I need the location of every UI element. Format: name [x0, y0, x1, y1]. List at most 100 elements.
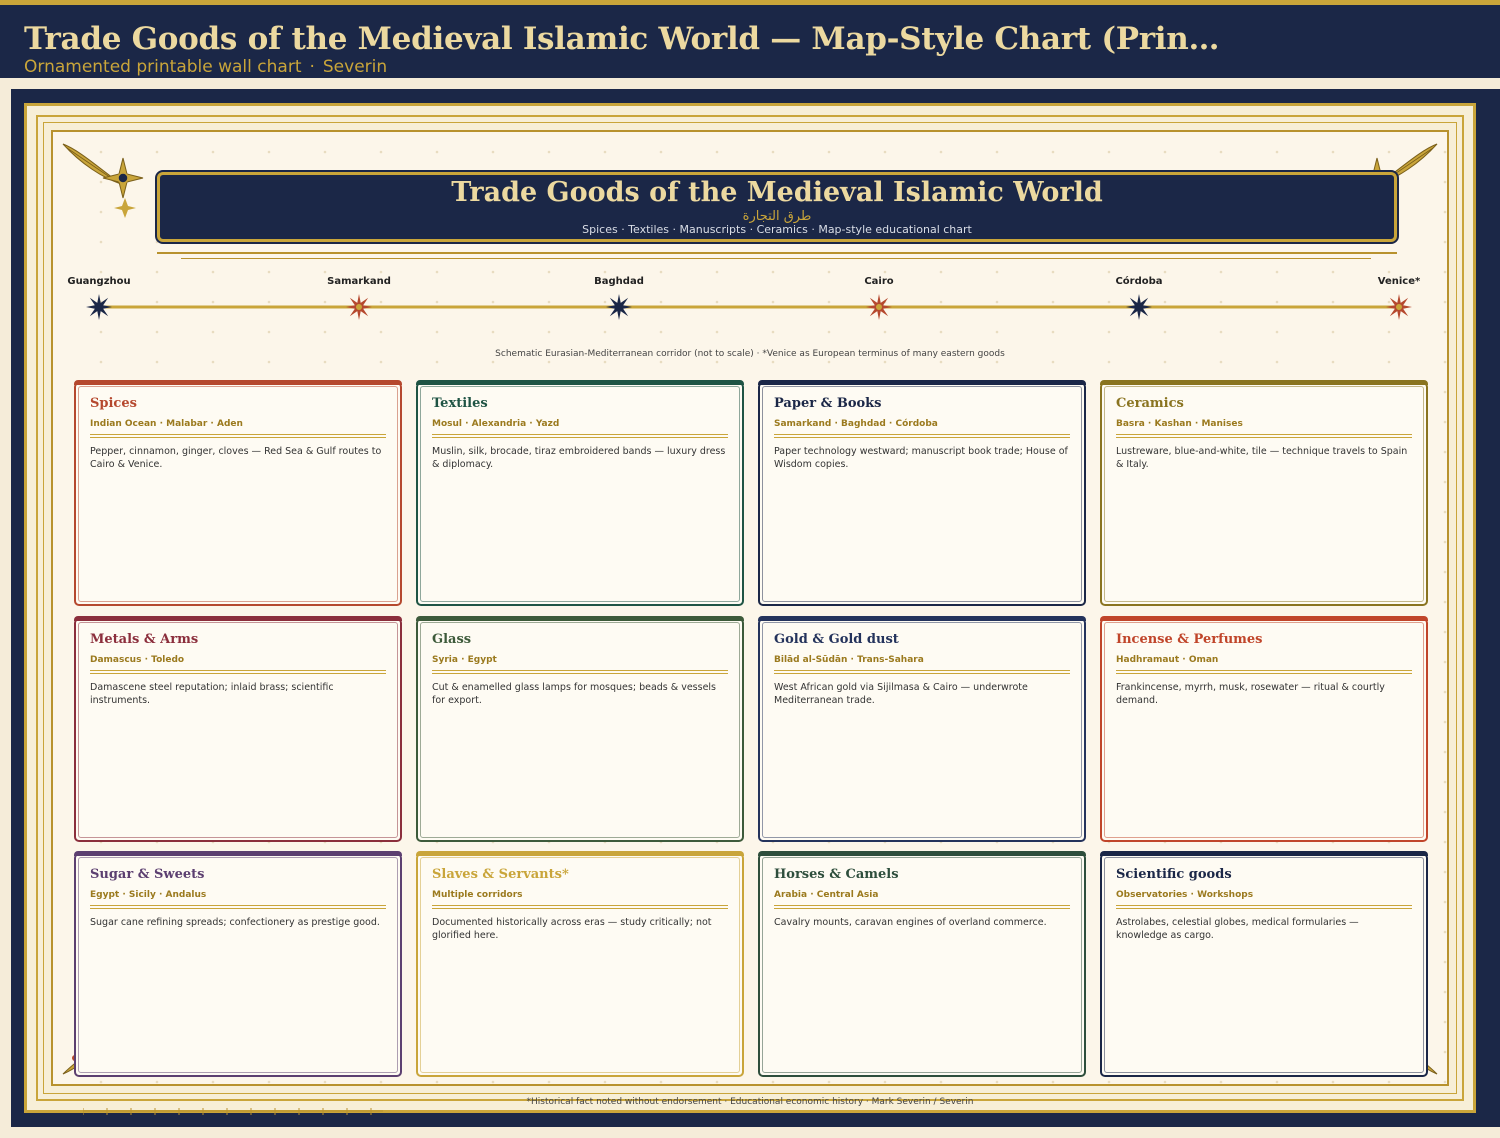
background-dot	[1443, 660, 1447, 664]
background-dot	[1051, 1080, 1055, 1084]
card-description: Sugar cane refining spreads; confectione…	[90, 917, 380, 928]
trade-good-card: Gold & Gold dust Bilād al-Sūdān · Trans-S…	[758, 616, 1086, 842]
footer-note: *Historical fact noted without endorseme…	[526, 1097, 974, 1107]
background-dot	[1443, 750, 1447, 754]
trade-good-card: Sugar & Sweets Egypt · Sicily · Andalus Su…	[74, 851, 402, 1077]
city-label: Samarkand	[327, 276, 391, 287]
city-star-icon	[1386, 294, 1412, 320]
card-description: West African gold via Sijilmasa & Cairo …	[774, 682, 1028, 706]
card-description: Lustreware, blue-and-white, tile — techn…	[1116, 446, 1408, 470]
card-divider	[774, 434, 1070, 438]
card-description: Documented historically across eras — st…	[432, 917, 712, 941]
city-label: Guangzhou	[67, 276, 131, 287]
trade-good-card: Paper & Books Samarkand · Baghdad · Córdo…	[758, 380, 1086, 606]
card-title: Spices	[90, 396, 137, 411]
card-description: Cut & enamelled glass lamps for mosques;…	[432, 682, 716, 706]
background-dot	[1163, 1080, 1167, 1084]
card-places: Mosul · Alexandria · Yazd	[432, 419, 560, 429]
trade-good-card: Spices Indian Ocean · Malabar · Aden Peppe…	[74, 380, 402, 606]
trade-good-card: Ceramics Basra · Kashan · Manises Lustrewa…	[1100, 380, 1428, 606]
background-dot	[211, 1080, 215, 1084]
background-dot	[1443, 870, 1447, 874]
background-dot	[379, 1080, 383, 1084]
background-dot	[1443, 510, 1447, 514]
card-cap	[74, 851, 402, 856]
background-dot	[491, 1080, 495, 1084]
card-places: Egypt · Sicily · Andalus	[90, 890, 207, 900]
card-description: Pepper, cinnamon, ginger, cloves — Red S…	[90, 446, 382, 470]
background-dot	[1443, 630, 1447, 634]
card-title: Metals & Arms	[90, 632, 199, 647]
card-divider	[1116, 905, 1412, 909]
card-title: Slaves & Servants*	[432, 867, 569, 882]
card-divider	[90, 434, 386, 438]
city-label: Córdoba	[1115, 276, 1163, 287]
card-cap	[758, 616, 1086, 621]
background-dot	[827, 1080, 831, 1084]
trade-good-card: Slaves & Servants* Multiple corridors Docu…	[416, 851, 744, 1077]
background-dot	[1443, 690, 1447, 694]
background-dot	[1443, 480, 1447, 484]
city-star-icon	[606, 294, 632, 320]
background-dot	[883, 1080, 887, 1084]
card-cap	[74, 616, 402, 621]
card-title: Incense & Perfumes	[1116, 632, 1263, 647]
card-cap	[416, 380, 744, 385]
card-places: Indian Ocean · Malabar · Aden	[90, 419, 243, 429]
background-dot	[1443, 810, 1447, 814]
background-dot	[1443, 720, 1447, 724]
trade-good-card: Metals & Arms Damascus · Toledo Damascene …	[74, 616, 402, 842]
app-header: Trade Goods of the Medieval Islamic Worl…	[0, 0, 1500, 78]
card-cap	[1100, 851, 1428, 856]
trade-good-card: Scientific goods Observatories · Workshop…	[1100, 851, 1428, 1077]
background-dot	[1443, 540, 1447, 544]
card-divider	[1116, 670, 1412, 674]
city-star-icon	[866, 294, 892, 320]
card-title: Scientific goods	[1116, 867, 1232, 882]
route-note: Schematic Eurasian-Mediterranean corrido…	[495, 349, 1005, 359]
background-dot	[715, 1080, 719, 1084]
decorative-tick-ruler	[83, 1108, 383, 1115]
city-star-icon	[346, 294, 372, 320]
card-cap	[416, 616, 744, 621]
subtitle-text: Ornamented printable wall chart	[24, 57, 302, 77]
card-cap	[758, 851, 1086, 856]
card-places: Bilād al-Sūdān · Trans-Sahara	[774, 655, 924, 665]
card-cap	[1100, 380, 1428, 385]
author-name: Severin	[322, 57, 388, 77]
background-dot	[1443, 1020, 1447, 1024]
card-divider	[432, 434, 728, 438]
card-cap	[1100, 616, 1428, 621]
background-dot	[547, 1080, 551, 1084]
background-dot	[1443, 990, 1447, 994]
card-places: Damascus · Toledo	[90, 655, 185, 665]
card-description: Damascene steel reputation; inlaid brass…	[90, 682, 334, 706]
trade-good-card: Incense & Perfumes Hadhramaut · Oman Frank…	[1100, 616, 1428, 842]
wall-chart-poster: Trade Goods of the Medieval Islamic Worl…	[24, 103, 1476, 1115]
page-subtitle: Ornamented printable wall chart · Severin	[24, 57, 387, 77]
background-dot	[1443, 570, 1447, 574]
card-title: Textiles	[432, 396, 488, 411]
background-dot	[1443, 780, 1447, 784]
city-star-icon	[86, 294, 112, 320]
card-cap	[74, 380, 402, 385]
card-description: Muslin, silk, brocade, tiraz embroidered…	[432, 446, 726, 470]
card-divider	[432, 670, 728, 674]
background-dot	[1443, 1050, 1447, 1054]
card-divider	[1116, 434, 1412, 438]
card-title: Glass	[432, 632, 472, 647]
background-dot	[1443, 450, 1447, 454]
background-dot	[939, 1080, 943, 1084]
trade-good-card: Glass Syria · Egypt Cut & enamelled glass …	[416, 616, 744, 842]
background-dot	[1443, 600, 1447, 604]
background-dot	[1387, 1080, 1391, 1084]
background-dot	[99, 1080, 103, 1084]
background-dot	[659, 1080, 663, 1084]
card-divider	[774, 905, 1070, 909]
card-divider	[774, 670, 1070, 674]
card-places: Syria · Egypt	[432, 655, 497, 665]
card-places: Arabia · Central Asia	[774, 890, 879, 900]
city-star-icon	[1126, 294, 1152, 320]
page-margin-left	[0, 78, 11, 1138]
card-title: Horses & Camels	[774, 867, 899, 882]
